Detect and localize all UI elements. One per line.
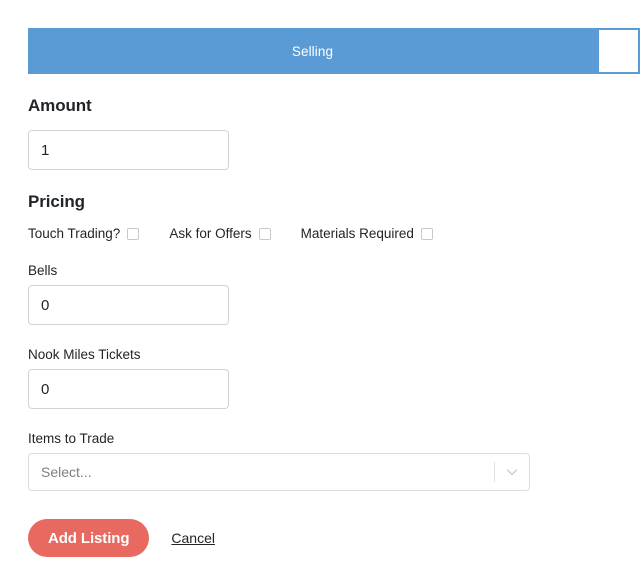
- listing-type-tabs: Selling: [28, 28, 640, 74]
- tab-secondary[interactable]: [597, 28, 640, 74]
- form-actions: Add Listing Cancel: [28, 519, 612, 557]
- amount-input[interactable]: [28, 130, 229, 170]
- checkbox-item-materials-required[interactable]: Materials Required: [301, 226, 433, 241]
- amount-section-title: Amount: [28, 96, 92, 115]
- chevron-down-icon[interactable]: [495, 454, 529, 490]
- pricing-options-row: Touch Trading? Ask for Offers Materials …: [28, 226, 612, 241]
- checkbox-touch-trading[interactable]: [127, 227, 140, 240]
- add-listing-button[interactable]: Add Listing: [28, 519, 150, 557]
- nook-miles-tickets-label: Nook Miles Tickets: [28, 347, 141, 362]
- tab-selling-label: Selling: [291, 43, 334, 59]
- amount-field-group: [28, 130, 612, 170]
- nook-miles-tickets-input[interactable]: [28, 369, 229, 409]
- checkbox-materials-required[interactable]: [420, 227, 433, 240]
- checkbox-label-ask-for-offers: Ask for Offers: [169, 226, 252, 241]
- nook-miles-tickets-field-group: Nook Miles Tickets: [28, 347, 612, 409]
- items-to-trade-field-group: Items to Trade Select...: [28, 431, 612, 491]
- tab-selling[interactable]: Selling: [28, 28, 597, 74]
- items-to-trade-placeholder: Select...: [41, 464, 92, 480]
- checkbox-label-materials-required: Materials Required: [300, 226, 414, 241]
- cancel-button[interactable]: Cancel: [171, 530, 215, 546]
- bells-label: Bells: [28, 263, 58, 278]
- checkbox-label-touch-trading: Touch Trading?: [28, 226, 121, 241]
- pricing-section-title: Pricing: [28, 192, 85, 211]
- bells-field-group: Bells: [28, 263, 612, 325]
- listing-form: Amount Pricing Touch Trading? Ask for Of…: [28, 96, 612, 557]
- items-to-trade-select[interactable]: Select...: [28, 453, 530, 491]
- checkbox-ask-for-offers[interactable]: [258, 227, 271, 240]
- checkbox-item-touch-trading[interactable]: Touch Trading?: [28, 226, 140, 241]
- items-to-trade-label: Items to Trade: [28, 431, 115, 446]
- bells-input[interactable]: [28, 285, 229, 325]
- add-listing-page: Selling Amount Pricing Touch Trading? As…: [0, 0, 640, 566]
- checkbox-item-ask-for-offers[interactable]: Ask for Offers: [169, 226, 271, 241]
